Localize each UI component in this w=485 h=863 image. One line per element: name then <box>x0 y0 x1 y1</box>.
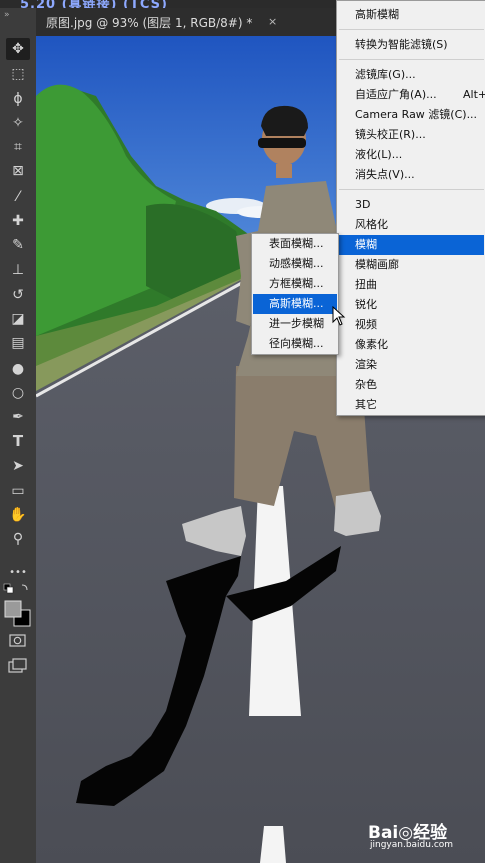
submenu-item-blur-more[interactable]: 进一步模糊 <box>269 314 324 334</box>
menu-item-noise[interactable]: 杂色 <box>355 375 377 395</box>
filter-menu: 高斯模糊 转换为智能滤镜(S) 滤镜库(G)... 自适应广角(A)... Al… <box>336 0 485 416</box>
marquee-tool-icon[interactable]: ⬚ <box>6 63 30 85</box>
gradient-tool-icon[interactable]: ▤ <box>6 332 30 354</box>
path-selection-tool-icon[interactable]: ➤ <box>6 455 30 477</box>
more-tools-icon[interactable]: ••• <box>6 561 30 583</box>
rectangle-tool-icon[interactable]: ▭ <box>6 480 30 502</box>
menu-item-blur-gallery[interactable]: 模糊画廊 <box>355 255 399 275</box>
window-title: 5.20 (真链接) (TCS) <box>20 0 168 8</box>
menu-item-distort[interactable]: 扭曲 <box>355 275 377 295</box>
menu-item-sharpen[interactable]: 锐化 <box>355 295 377 315</box>
history-brush-tool-icon[interactable]: ↺ <box>6 284 30 306</box>
menu-item-last-filter[interactable]: 高斯模糊 <box>355 5 399 25</box>
blur-submenu: 表面模糊... 动感模糊... 方框模糊... 高斯模糊... 进一步模糊 径向… <box>251 233 339 355</box>
baidu-jingyan-watermark: Bai◎经验 jingyan.baidu.com <box>368 818 453 850</box>
tools-panel: » ✥ ⬚ ϕ ✧ ⌗ ⊠ ⁄ ✚ ✎ ⊥ ↺ ◪ ▤ ● ○ ✒ T ➤ ▭ … <box>0 8 37 863</box>
close-tab-icon[interactable]: × <box>268 15 277 28</box>
mouse-cursor-icon <box>332 306 346 326</box>
clone-stamp-tool-icon[interactable]: ⊥ <box>6 259 30 281</box>
brush-tool-icon[interactable]: ✎ <box>6 234 30 256</box>
dodge-tool-icon[interactable]: ○ <box>6 382 30 404</box>
menu-item-render[interactable]: 渲染 <box>355 355 377 375</box>
panel-expand-icon[interactable]: » <box>4 10 10 20</box>
menu-separator <box>339 29 484 30</box>
submenu-item-radial-blur[interactable]: 径向模糊... <box>269 334 324 354</box>
quick-mask-icon[interactable] <box>9 634 27 648</box>
pen-tool-icon[interactable]: ✒ <box>6 406 30 428</box>
menu-item-blur[interactable]: 模糊 <box>339 235 484 255</box>
submenu-item-surface-blur[interactable]: 表面模糊... <box>269 234 324 254</box>
menu-item-pixelate[interactable]: 像素化 <box>355 335 388 355</box>
menu-item-3d[interactable]: 3D <box>355 195 370 215</box>
menu-item-other[interactable]: 其它 <box>355 395 377 415</box>
hand-tool-icon[interactable]: ✋ <box>6 504 30 526</box>
frame-tool-icon[interactable]: ⊠ <box>6 160 30 182</box>
move-tool-icon[interactable]: ✥ <box>6 38 30 60</box>
menu-item-liquify[interactable]: 液化(L)... <box>355 145 402 165</box>
submenu-item-gaussian-blur[interactable]: 高斯模糊... <box>253 294 337 314</box>
eyedropper-tool-icon[interactable]: ⁄ <box>6 186 30 208</box>
type-tool-icon[interactable]: T <box>6 430 30 452</box>
healing-brush-tool-icon[interactable]: ✚ <box>6 210 30 232</box>
lasso-tool-icon[interactable]: ϕ <box>6 88 30 110</box>
magic-wand-tool-icon[interactable]: ✧ <box>6 112 30 134</box>
submenu-item-motion-blur[interactable]: 动感模糊... <box>269 254 324 274</box>
crop-tool-icon[interactable]: ⌗ <box>6 136 30 158</box>
menu-shortcut-adaptive-wide-angle: Alt+ <box>463 88 485 101</box>
watermark-url: jingyan.baidu.com <box>370 840 454 850</box>
document-tab[interactable]: 原图.jpg @ 93% (图层 1, RGB/8#) * <box>46 14 252 31</box>
color-swatches[interactable] <box>2 582 34 630</box>
submenu-item-box-blur[interactable]: 方框模糊... <box>269 274 324 294</box>
menu-item-convert-smart-filter[interactable]: 转换为智能滤镜(S) <box>355 35 448 55</box>
menu-item-adaptive-wide-angle[interactable]: 自适应广角(A)... <box>355 85 437 105</box>
menu-item-lens-correction[interactable]: 镜头校正(R)... <box>355 125 426 145</box>
menu-item-vanishing-point[interactable]: 消失点(V)... <box>355 165 415 185</box>
menu-separator <box>339 189 484 190</box>
zoom-tool-icon[interactable]: ⚲ <box>6 528 30 550</box>
menu-item-filter-gallery[interactable]: 滤镜库(G)... <box>355 65 416 85</box>
menu-item-camera-raw[interactable]: Camera Raw 滤镜(C)... <box>355 105 477 125</box>
menu-item-stylize[interactable]: 风格化 <box>355 215 388 235</box>
eraser-tool-icon[interactable]: ◪ <box>6 308 30 330</box>
menu-separator <box>339 59 484 60</box>
menu-item-video[interactable]: 视频 <box>355 315 377 335</box>
blur-tool-icon[interactable]: ● <box>6 358 30 380</box>
screen-mode-icon[interactable] <box>8 658 28 674</box>
